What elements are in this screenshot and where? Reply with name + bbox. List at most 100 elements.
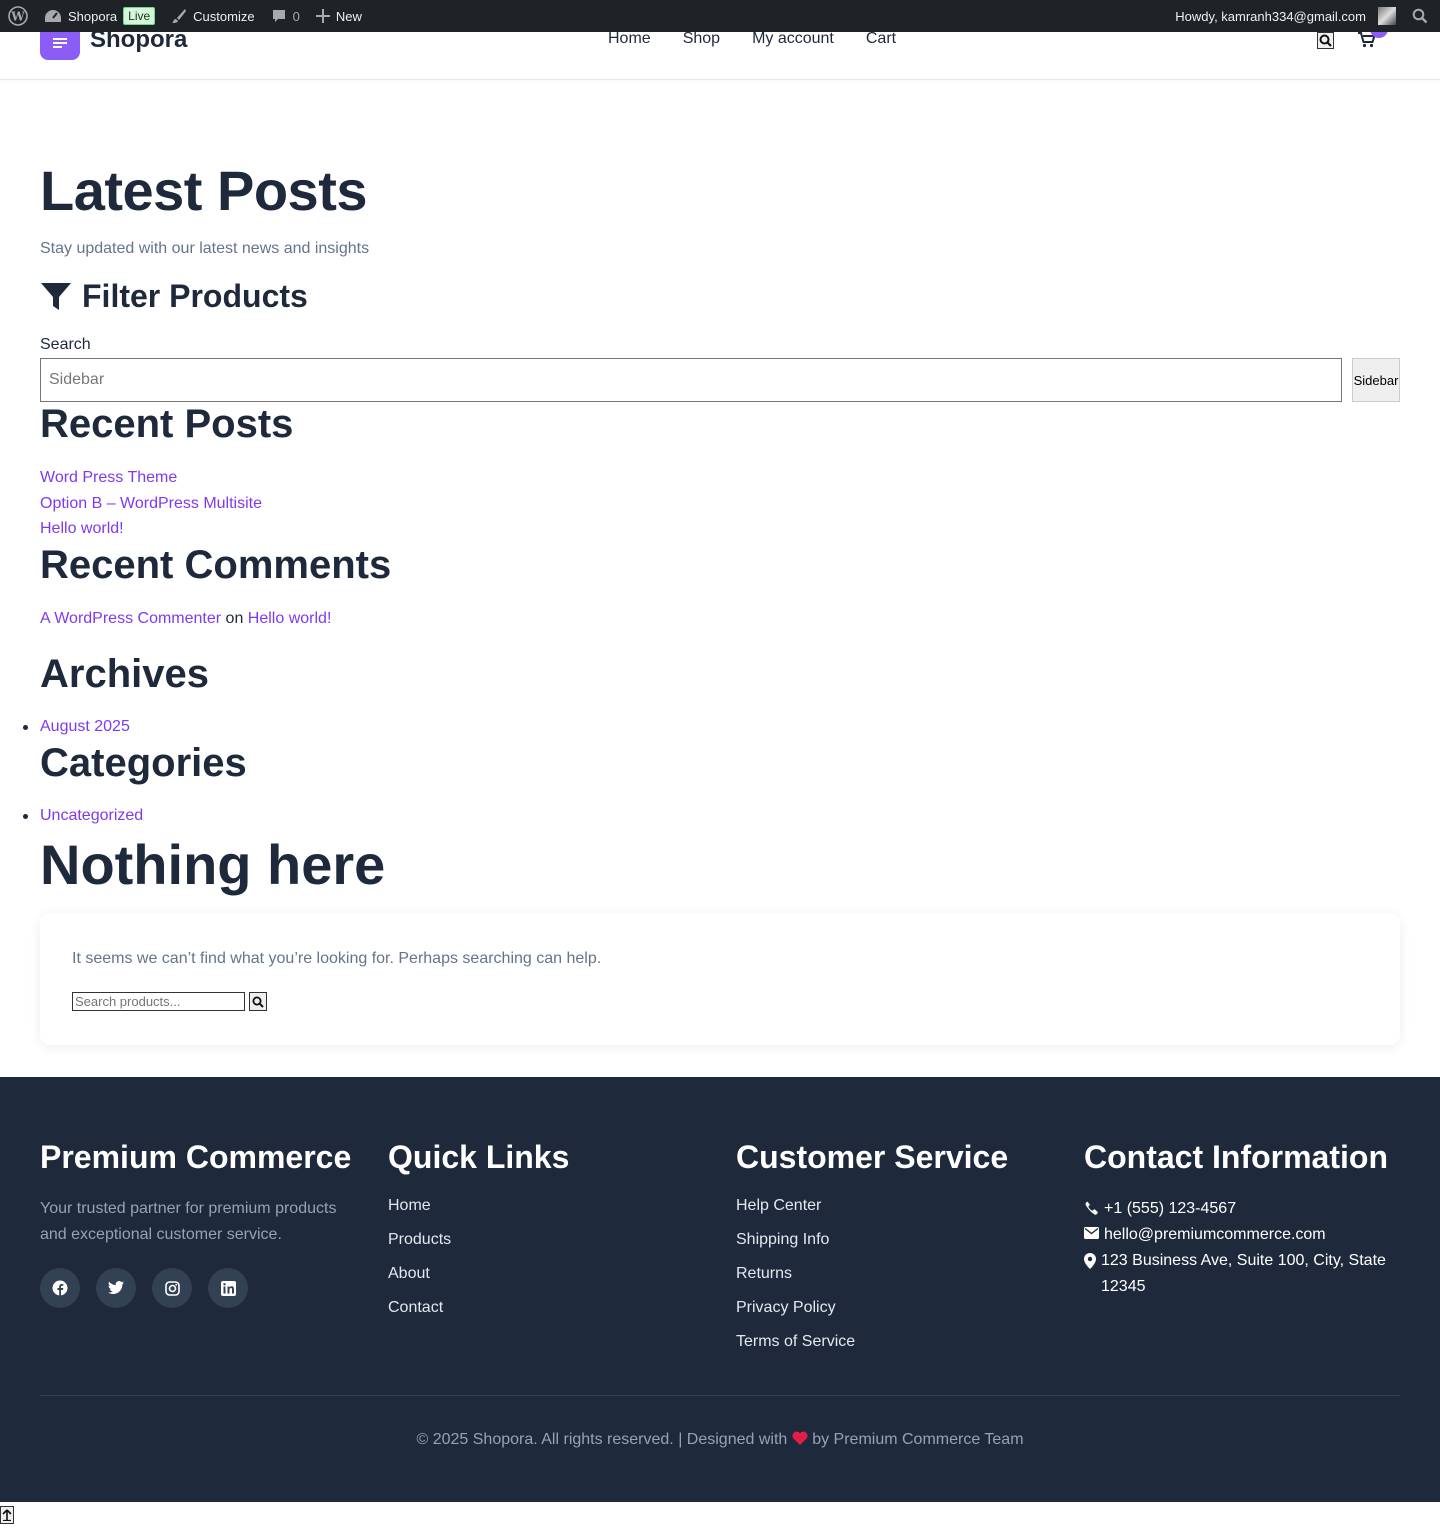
nav-shop[interactable]: Shop: [683, 30, 720, 48]
product-search-input[interactable]: [72, 992, 245, 1011]
footer-link-returns[interactable]: Returns: [736, 1264, 1008, 1284]
contact-address-text: 123 Business Ave, Suite 100, City, State…: [1101, 1252, 1386, 1295]
site-header: Shopora Home Shop My account Cart: [0, 26, 1440, 80]
page-subtitle: Stay updated with our latest news and in…: [40, 240, 370, 257]
map-marker-icon: [1084, 1253, 1096, 1269]
arrow-up-icon: [2, 1509, 12, 1521]
recent-posts-list: Word Press Theme Option B – WordPress Mu…: [40, 468, 262, 539]
filter-heading-text: Filter Products: [82, 278, 308, 314]
howdy-text: Howdy, kamranh334@gmail.com: [1175, 8, 1366, 24]
sidebar-search-input[interactable]: [40, 358, 1342, 402]
site-name: Shopora: [68, 8, 118, 24]
adminbar-search-icon[interactable]: [1404, 0, 1440, 32]
instagram-icon[interactable]: [152, 1268, 192, 1308]
heart-icon: [792, 1431, 808, 1445]
footer-brand-heading: Premium Commerce: [40, 1139, 352, 1175]
category-link[interactable]: Uncategorized: [40, 807, 143, 824]
footer-link-about[interactable]: About: [388, 1264, 569, 1284]
site-name-menu[interactable]: Shopora Live: [36, 0, 163, 32]
footer-copyright: © 2025 Shopora. All rights reserved. | D…: [0, 1431, 1440, 1449]
admin-bar: W Shopora Live Customize 0 New Howdy, ka…: [0, 0, 1440, 32]
new-content-link[interactable]: New: [308, 0, 370, 32]
recent-post-link[interactable]: Option B – WordPress Multisite: [40, 494, 262, 514]
archives-heading: Archives: [40, 652, 209, 696]
comment-bubble-icon: [272, 10, 285, 22]
customer-service-heading: Customer Service: [736, 1139, 1009, 1175]
recent-comments-heading: Recent Comments: [40, 543, 392, 587]
categories-heading: Categories: [40, 741, 247, 785]
footer-divider: [40, 1395, 1400, 1396]
no-results-text: It seems we can’t find what you’re looki…: [72, 950, 602, 967]
nav-home[interactable]: Home: [608, 30, 651, 48]
footer-link-home[interactable]: Home: [388, 1196, 569, 1216]
no-results-card: It seems we can’t find what you’re looki…: [40, 913, 1400, 1045]
quick-links-list: Home Products About Contact: [388, 1196, 569, 1318]
new-label: New: [335, 8, 362, 24]
page-title: Latest Posts: [40, 159, 368, 222]
comment-post-link[interactable]: Hello world!: [248, 610, 332, 627]
recent-posts-heading: Recent Posts: [40, 402, 294, 446]
quick-links-heading: Quick Links: [388, 1139, 570, 1175]
nothing-here-heading: Nothing here: [40, 833, 386, 896]
header-search-icon[interactable]: [1317, 32, 1334, 49]
contact-info-heading: Contact Information: [1084, 1139, 1388, 1175]
filter-products-heading: Filter Products: [40, 278, 308, 315]
copyright-text: © 2025 Shopora. All rights reserved. | D…: [416, 1431, 788, 1448]
contact-email-text: hello@premiumcommerce.com: [1104, 1226, 1326, 1243]
comment-author-link[interactable]: A WordPress Commenter: [40, 610, 221, 627]
contact-phone-text: +1 (555) 123-4567: [1104, 1200, 1237, 1217]
credit-text: by Premium Commerce Team: [812, 1431, 1024, 1448]
search-label: Search: [40, 336, 91, 353]
archives-list: August 2025: [23, 718, 130, 736]
site-footer: Premium Commerce Your trusted partner fo…: [0, 1077, 1440, 1502]
contact-phone: +1 (555) 123-4567: [1084, 1196, 1400, 1222]
list-bullet: [23, 725, 28, 730]
footer-link-contact[interactable]: Contact: [388, 1298, 569, 1318]
footer-contact-column: Contact Information +1 (555) 123-4567 he…: [1084, 1139, 1400, 1300]
facebook-icon[interactable]: [40, 1268, 80, 1308]
twitter-icon[interactable]: [96, 1268, 136, 1308]
nav-my-account[interactable]: My account: [752, 30, 834, 48]
customize-label: Customize: [193, 8, 255, 24]
footer-link-help-center[interactable]: Help Center: [736, 1196, 1008, 1216]
comments-link[interactable]: 0: [263, 0, 308, 32]
recent-comment-item: A WordPress Commenter on Hello world!: [40, 610, 331, 628]
nav-cart[interactable]: Cart: [866, 30, 896, 48]
wordpress-logo-icon[interactable]: W: [0, 0, 36, 32]
my-account-menu[interactable]: Howdy, kamranh334@gmail.com: [1167, 0, 1404, 32]
avatar: [1378, 7, 1396, 25]
footer-brand-description: Your trusted partner for premium product…: [40, 1200, 337, 1243]
phone-icon: [1085, 1201, 1098, 1215]
contact-email: hello@premiumcommerce.com: [1084, 1222, 1400, 1248]
archive-link[interactable]: August 2025: [40, 718, 130, 735]
footer-link-products[interactable]: Products: [388, 1230, 569, 1250]
main-navigation: Home Shop My account Cart: [608, 30, 896, 48]
plus-icon: [315, 9, 330, 23]
footer-link-privacy-policy[interactable]: Privacy Policy: [736, 1298, 1008, 1318]
product-search-button[interactable]: [249, 992, 267, 1011]
recent-post-link[interactable]: Word Press Theme: [40, 468, 262, 488]
footer-customer-service-column: Customer Service Help Center Shipping In…: [736, 1139, 1008, 1352]
live-badge: Live: [123, 7, 156, 25]
svg-text:W: W: [10, 10, 25, 24]
footer-brand-column: Premium Commerce Your trusted partner fo…: [40, 1139, 351, 1308]
filter-icon: [41, 282, 71, 310]
customize-link[interactable]: Customize: [163, 0, 262, 32]
footer-quick-links-column: Quick Links Home Products About Contact: [388, 1139, 569, 1318]
dashboard-icon: [45, 10, 61, 22]
contact-address: 123 Business Ave, Suite 100, City, State…: [1084, 1248, 1400, 1300]
customer-service-list: Help Center Shipping Info Returns Privac…: [736, 1196, 1008, 1352]
social-links: [40, 1268, 351, 1308]
comment-on-text: on: [225, 610, 244, 627]
envelope-icon: [1084, 1227, 1099, 1239]
categories-list: Uncategorized: [23, 807, 143, 825]
brush-icon: [172, 9, 187, 23]
list-bullet: [23, 814, 28, 819]
recent-post-link[interactable]: Hello world!: [40, 519, 262, 539]
linkedin-icon[interactable]: [208, 1268, 248, 1308]
footer-link-terms[interactable]: Terms of Service: [736, 1332, 1008, 1352]
footer-link-shipping-info[interactable]: Shipping Info: [736, 1230, 1008, 1250]
sidebar-search-button[interactable]: Sidebar: [1352, 358, 1400, 402]
search-icon: [252, 996, 264, 1008]
back-to-top-button[interactable]: [0, 1506, 14, 1524]
